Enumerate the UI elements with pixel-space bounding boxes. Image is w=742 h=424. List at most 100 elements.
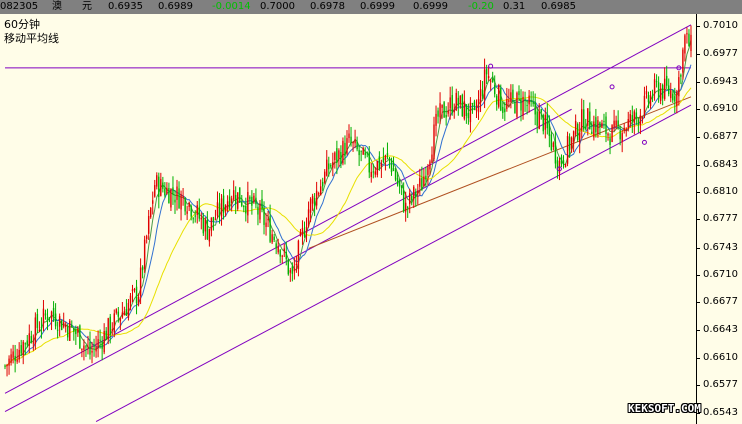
y-tick-mark <box>696 192 700 194</box>
candle-body <box>152 200 154 204</box>
candle-body <box>437 110 439 117</box>
candle-body <box>147 216 150 234</box>
candle-body <box>560 156 563 164</box>
candle-body <box>548 123 551 136</box>
candle-body <box>133 288 136 291</box>
candle-body <box>386 153 389 156</box>
candle-body <box>299 231 302 236</box>
candle-body <box>54 313 57 327</box>
candle-body <box>210 217 213 231</box>
candle-body <box>192 218 194 220</box>
candle-body <box>158 176 160 198</box>
candle-body <box>471 103 474 105</box>
candle-body <box>578 132 581 143</box>
indicator-label-panel: 60分钟 移动平均线 <box>4 18 59 46</box>
candle-body <box>176 186 178 200</box>
y-tick-label: 0.6877 <box>703 130 738 142</box>
candle-body <box>218 203 221 216</box>
candle-body <box>542 115 544 132</box>
candle-body <box>374 171 377 175</box>
candle-body <box>419 178 421 187</box>
candle-body <box>479 89 482 104</box>
y-tick-label: 0.6710 <box>703 268 738 280</box>
candle-body <box>135 286 138 304</box>
candle-body <box>376 160 379 175</box>
candle-body <box>392 168 395 172</box>
candle-body <box>487 76 490 79</box>
candle-body <box>145 236 148 239</box>
candle-body <box>500 88 502 111</box>
candle-body <box>212 217 215 222</box>
y-tick-label: 0.6577 <box>703 379 738 391</box>
candle-body <box>639 115 642 125</box>
candle-body <box>536 111 538 126</box>
candle-body <box>657 82 660 99</box>
candle-body <box>273 236 275 241</box>
candle-body <box>105 330 107 340</box>
candle-body <box>593 121 595 138</box>
candle-body <box>467 112 470 119</box>
candle-body <box>498 85 500 107</box>
candle-body <box>101 341 103 349</box>
candle-body <box>372 171 375 173</box>
candle-body <box>423 176 425 187</box>
candle-body <box>378 156 381 169</box>
candle-body <box>534 102 536 115</box>
candle-body <box>506 99 508 109</box>
candle-body <box>95 347 97 352</box>
candle-body <box>279 250 281 257</box>
candle-body <box>206 219 209 240</box>
candle-body <box>609 138 611 145</box>
candle-body <box>87 346 89 348</box>
candle-body <box>28 333 31 346</box>
candle-body <box>688 33 690 47</box>
y-tick-label: 0.6810 <box>703 186 738 198</box>
candle-body <box>164 188 166 196</box>
candle-body <box>581 109 583 131</box>
candle-body <box>22 341 24 356</box>
candle-body <box>188 202 190 207</box>
candle-body <box>36 314 39 328</box>
candle-body <box>277 246 279 253</box>
candle-body <box>97 339 99 349</box>
candle-body <box>232 190 235 200</box>
candle-body <box>514 101 516 114</box>
candle-body <box>413 186 415 200</box>
candle-body <box>317 193 320 195</box>
candle-body <box>623 127 625 131</box>
candle-body <box>670 90 672 99</box>
candle-body <box>445 114 447 118</box>
candle-body <box>307 209 310 227</box>
candlestick-plot[interactable] <box>0 0 742 424</box>
candle-body <box>589 111 591 129</box>
candle-body <box>538 111 540 130</box>
candle-body <box>65 325 67 327</box>
candle-body <box>388 158 391 160</box>
y-tick-label: 0.6677 <box>703 296 738 308</box>
candle-body <box>641 117 644 119</box>
candle-body <box>234 194 237 204</box>
candle-body <box>684 35 686 54</box>
candle-body <box>46 316 49 322</box>
candle-body <box>230 198 233 204</box>
candle-body <box>605 116 607 135</box>
y-tick-mark <box>696 136 700 138</box>
candle-body <box>672 93 674 101</box>
candle-body <box>366 152 368 154</box>
candle-body <box>315 190 318 206</box>
y-tick-label: 0.6910 <box>703 103 738 115</box>
candle-body <box>417 190 419 194</box>
candle-body <box>338 150 340 159</box>
candle-body <box>483 69 486 100</box>
candle-body <box>504 108 506 113</box>
candle-body <box>141 266 144 271</box>
y-tick-mark <box>696 385 700 387</box>
candle-body <box>465 104 468 116</box>
candle-body <box>562 160 565 165</box>
candle-body <box>328 163 330 170</box>
candle-body <box>552 142 555 147</box>
candle-body <box>178 188 180 209</box>
candle-body <box>303 230 306 237</box>
candle-body <box>249 196 251 200</box>
candle-body <box>415 191 417 197</box>
